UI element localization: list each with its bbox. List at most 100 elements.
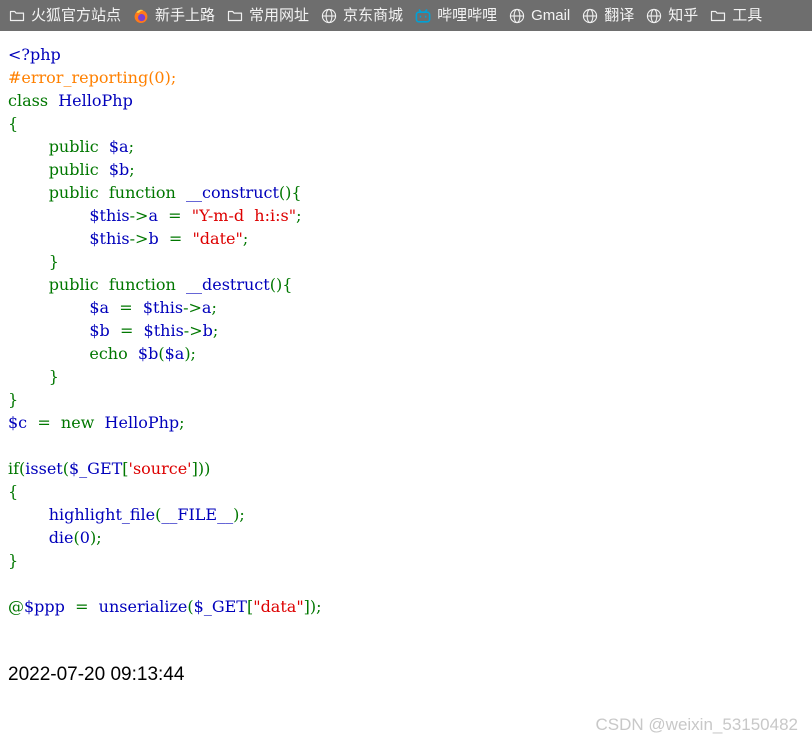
- code-line: }: [8, 250, 812, 273]
- code-line: public function __destruct(){: [8, 273, 812, 296]
- bookmark-item-1[interactable]: 火狐官方站点: [4, 4, 128, 28]
- bookmark-item-3[interactable]: 常用网址: [222, 4, 316, 28]
- folder-icon: [711, 10, 726, 21]
- code-token: $this: [89, 229, 130, 248]
- code-token: {: [8, 482, 19, 501]
- code-token: #error_reporting(0);: [8, 68, 177, 87]
- bookmark-item-5[interactable]: 哔哩哔哩: [410, 4, 504, 28]
- code-line: }: [8, 388, 812, 411]
- bookmark-item-4[interactable]: 京东商城: [316, 4, 410, 28]
- code-token: $this: [89, 206, 130, 225]
- code-token: $this: [143, 321, 184, 340]
- code-line: public $b;: [8, 158, 812, 181]
- code-token: ;: [179, 413, 185, 432]
- code-token: ->: [183, 298, 202, 317]
- code-line: [8, 434, 812, 457]
- code-token: new: [60, 413, 95, 432]
- code-token: ])): [191, 459, 211, 478]
- bookmark-item-9[interactable]: 工具: [705, 4, 769, 28]
- code-token: $this: [142, 298, 184, 317]
- globe-icon: [321, 8, 337, 23]
- code-line: highlight_file(__FILE__);: [8, 503, 812, 526]
- code-token: ;: [212, 321, 219, 340]
- code-token: =: [27, 413, 61, 432]
- code-token: ;: [128, 137, 134, 156]
- bookmark-item-6[interactable]: Gmail: [504, 4, 577, 28]
- code-token: =: [109, 298, 143, 317]
- code-token: ;: [129, 160, 135, 179]
- code-line: }: [8, 365, 812, 388]
- code-token: b: [202, 321, 213, 340]
- folder-icon: [9, 10, 25, 21]
- bookmark-label: 翻译: [604, 6, 635, 24]
- code-line: $c = new HelloPhp;: [8, 411, 812, 434]
- code-line: #error_reporting(0);: [8, 66, 812, 89]
- code-token: $a: [164, 344, 185, 363]
- code-token: public: [48, 137, 99, 156]
- code-token: ]);: [303, 597, 322, 616]
- code-token: $b: [89, 321, 110, 340]
- code-line: $this->a = "Y-m-d h:i:s";: [8, 204, 812, 227]
- code-line: die(0);: [8, 526, 812, 549]
- code-token: unserialize: [98, 597, 188, 616]
- code-token: );: [233, 505, 245, 524]
- code-token: "Y-m-d h:i:s": [191, 206, 297, 225]
- code-line: }: [8, 549, 812, 572]
- code-token: $ppp: [24, 597, 65, 616]
- php-source-code: <?php #error_reporting(0); class HelloPhp {…: [0, 31, 812, 618]
- code-token: "date": [192, 229, 243, 248]
- code-token: $c: [8, 413, 28, 432]
- code-token: $b: [108, 160, 130, 179]
- code-token: HelloPhp: [104, 413, 180, 432]
- code-line: {: [8, 480, 812, 503]
- code-token: __FILE__: [161, 505, 234, 524]
- bookmark-item-7[interactable]: 翻译: [577, 4, 641, 28]
- code-token: b: [148, 229, 159, 248]
- code-token: (){: [278, 183, 302, 202]
- code-token: 'source': [128, 459, 192, 478]
- code-token: public: [48, 275, 99, 294]
- code-token: $_GET: [193, 597, 247, 616]
- bookmark-label: 哔哩哔哩: [437, 6, 498, 24]
- code-line: [8, 572, 812, 595]
- code-token: );: [89, 528, 102, 547]
- code-token: die: [48, 528, 74, 547]
- bookmark-item-2[interactable]: 新手上路: [128, 4, 222, 28]
- code-token: a: [148, 206, 158, 225]
- bilibili-icon: [415, 8, 431, 23]
- code-token: public: [48, 183, 99, 202]
- folder-icon: [227, 10, 243, 21]
- bookmark-label: 新手上路: [155, 6, 216, 24]
- code-token: }: [8, 551, 19, 570]
- code-token: {: [8, 114, 19, 133]
- bookmark-label: 知乎: [668, 6, 699, 24]
- code-token: @: [8, 597, 24, 616]
- code-token: ;: [296, 206, 302, 225]
- code-line: public $a;: [8, 135, 812, 158]
- code-line: {: [8, 112, 812, 135]
- code-token: =: [64, 597, 99, 616]
- code-token: }: [8, 390, 19, 409]
- bookmark-label: 工具: [732, 6, 763, 24]
- code-token: ->: [129, 229, 149, 248]
- bookmark-item-8[interactable]: 知乎: [641, 4, 705, 28]
- code-token: echo: [89, 344, 128, 363]
- code-line: public function __construct(){: [8, 181, 812, 204]
- code-line: $b = $this->b;: [8, 319, 812, 342]
- code-token: $a: [108, 137, 129, 156]
- code-token: $b: [137, 344, 159, 363]
- code-token: $_GET: [68, 459, 123, 478]
